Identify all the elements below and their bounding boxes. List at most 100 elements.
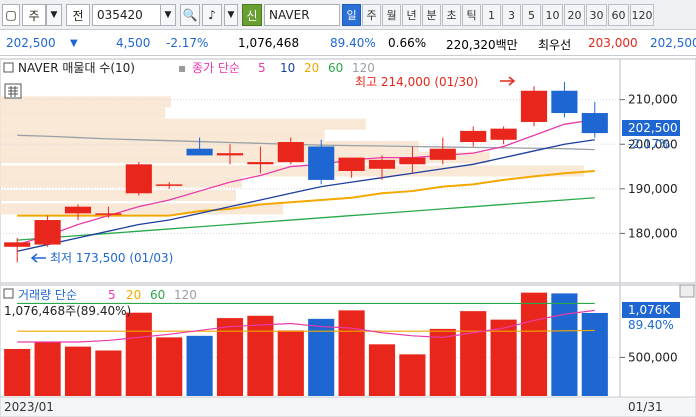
bid-price: 203,000 (588, 36, 638, 50)
period-tab-5[interactable]: 초 (442, 4, 461, 26)
zoom-box-icon[interactable] (679, 284, 695, 298)
volume-bar (429, 328, 456, 396)
period-tab-label: 10 (545, 8, 560, 22)
ma120-label: 120 (352, 61, 375, 75)
candle-body (4, 242, 31, 247)
volume-bar (399, 354, 426, 396)
trade-amount: 220,320백만 (446, 38, 518, 52)
period-tab-13[interactable]: 60 (608, 4, 629, 26)
period-tab-label: 틱 (466, 9, 477, 22)
period-tab-label: 일 (346, 9, 357, 22)
code-dropdown-icon[interactable]: ▼ (160, 4, 176, 26)
volume-profile-band (0, 203, 284, 215)
volume-bar (4, 348, 31, 396)
volume-bar (308, 318, 335, 396)
period-tab-label: 년 (406, 9, 417, 22)
market-select[interactable]: 주 (22, 4, 46, 26)
period-tab-14[interactable]: 120 (630, 4, 654, 26)
volume-bar (95, 350, 122, 396)
volume-bar (520, 292, 548, 396)
quote-bar: 202,500 ▼ 4,500 -2.17% 1,076,468 89.40% … (0, 30, 696, 56)
stock-chart[interactable]: 210,000200,000190,000180,000 500,000 NAV… (0, 56, 696, 417)
time-axis (0, 396, 696, 417)
window-icon[interactable]: ▢ (2, 4, 20, 26)
low-price-note: 최저 173,500 (01/03) (50, 251, 173, 265)
price-tick-label: 210,000 (628, 93, 678, 107)
volume-value: 1,076,468 (238, 36, 300, 50)
candle-body (95, 213, 122, 215)
volume-profile-band (0, 190, 236, 202)
period-tab-7[interactable]: 1 (482, 4, 501, 26)
candle-body (551, 90, 578, 114)
volume-profile-band (0, 96, 172, 108)
price-change: 4,500 (116, 36, 151, 50)
volume-bar (125, 312, 152, 396)
period-tab-1[interactable]: 주 (362, 4, 381, 26)
vol-ma20-label: 20 (126, 288, 141, 302)
down-arrow-icon: ▼ (70, 38, 78, 49)
volume-panel-title: 거래량 단순 (18, 288, 77, 302)
stock-name-value: NAVER (269, 8, 310, 22)
ma10-label: 10 (280, 61, 295, 75)
period-tab-3[interactable]: 년 (402, 4, 421, 26)
code-value: 035420 (97, 8, 143, 22)
candle-body (338, 157, 365, 171)
speaker-icon[interactable]: ♪ (202, 4, 222, 26)
period-tab-label: 5 (528, 8, 535, 22)
current-price-tag-value: 202,500 (628, 121, 678, 135)
candle-body (520, 90, 548, 122)
search-icon[interactable]: 🔍 (180, 4, 200, 26)
period-tab-8[interactable]: 3 (502, 4, 521, 26)
market-select-value: 주 (28, 8, 40, 23)
volume-profile-band (0, 165, 585, 177)
volume-profile-band (0, 129, 325, 141)
volume-tick-label: 500,000 (628, 350, 678, 364)
stock-name-field[interactable]: NAVER (264, 4, 340, 26)
market-dropdown-icon[interactable]: ▼ (46, 4, 62, 26)
period-tab-label: 월 (386, 9, 397, 22)
period-tab-4[interactable]: 분 (422, 4, 441, 26)
period-tab-0[interactable]: 일 (342, 4, 361, 26)
period-tab-label: 3 (508, 8, 515, 22)
price-tick-label: 190,000 (628, 182, 678, 196)
candle-body (490, 128, 517, 140)
x-start-label: 2023/01 (4, 400, 54, 414)
price-change-pct: -2.17% (166, 36, 209, 50)
period-tab-12[interactable]: 30 (586, 4, 607, 26)
volume-profile-band (0, 176, 242, 188)
vol-ma60-label: 60 (150, 288, 165, 302)
candle-body (64, 206, 92, 214)
volume-bar (186, 335, 213, 396)
period-tab-label: 120 (631, 8, 653, 22)
period-tab-9[interactable]: 5 (522, 4, 541, 26)
period-tab-label: 초 (446, 9, 457, 22)
period-tab-2[interactable]: 월 (382, 4, 401, 26)
period-tab-11[interactable]: 20 (564, 4, 585, 26)
ma5-label: 5 (258, 61, 266, 75)
period-tab-label: 1 (488, 8, 495, 22)
period-tab-6[interactable]: 틱 (462, 4, 481, 26)
volume-bar (581, 312, 608, 396)
candle-body (399, 157, 426, 165)
type-select[interactable]: 전 (66, 4, 90, 26)
volume-bar (64, 346, 92, 396)
turnover-ratio: 0.66% (388, 36, 427, 50)
volume-bar (368, 344, 396, 396)
period-tab-10[interactable]: 10 (542, 4, 563, 26)
x-end-label: 01/31 (628, 400, 663, 414)
candle-body (460, 130, 487, 143)
volume-bar (277, 330, 304, 396)
volume-bar (551, 293, 578, 396)
chart-toolbar: ▢ 주 ▼ 전 035420 ▼ 🔍 ♪ ▼ 신 NAVER 일주월년분초틱13… (0, 0, 696, 30)
volume-profile-band (0, 107, 166, 119)
type-select-value: 전 (72, 8, 84, 23)
high-price-note: 최고 214,000 (01/30) (355, 75, 478, 89)
volume-axis (619, 284, 696, 398)
period-tab-label: 30 (589, 8, 604, 22)
volume-bar (34, 342, 61, 396)
mode-badge[interactable]: 신 (242, 4, 262, 26)
ma20-label: 20 (304, 61, 319, 75)
bid-label: 최우선 (538, 38, 572, 52)
candle-body (581, 113, 608, 134)
speaker-dropdown-icon[interactable]: ▼ (224, 4, 238, 26)
